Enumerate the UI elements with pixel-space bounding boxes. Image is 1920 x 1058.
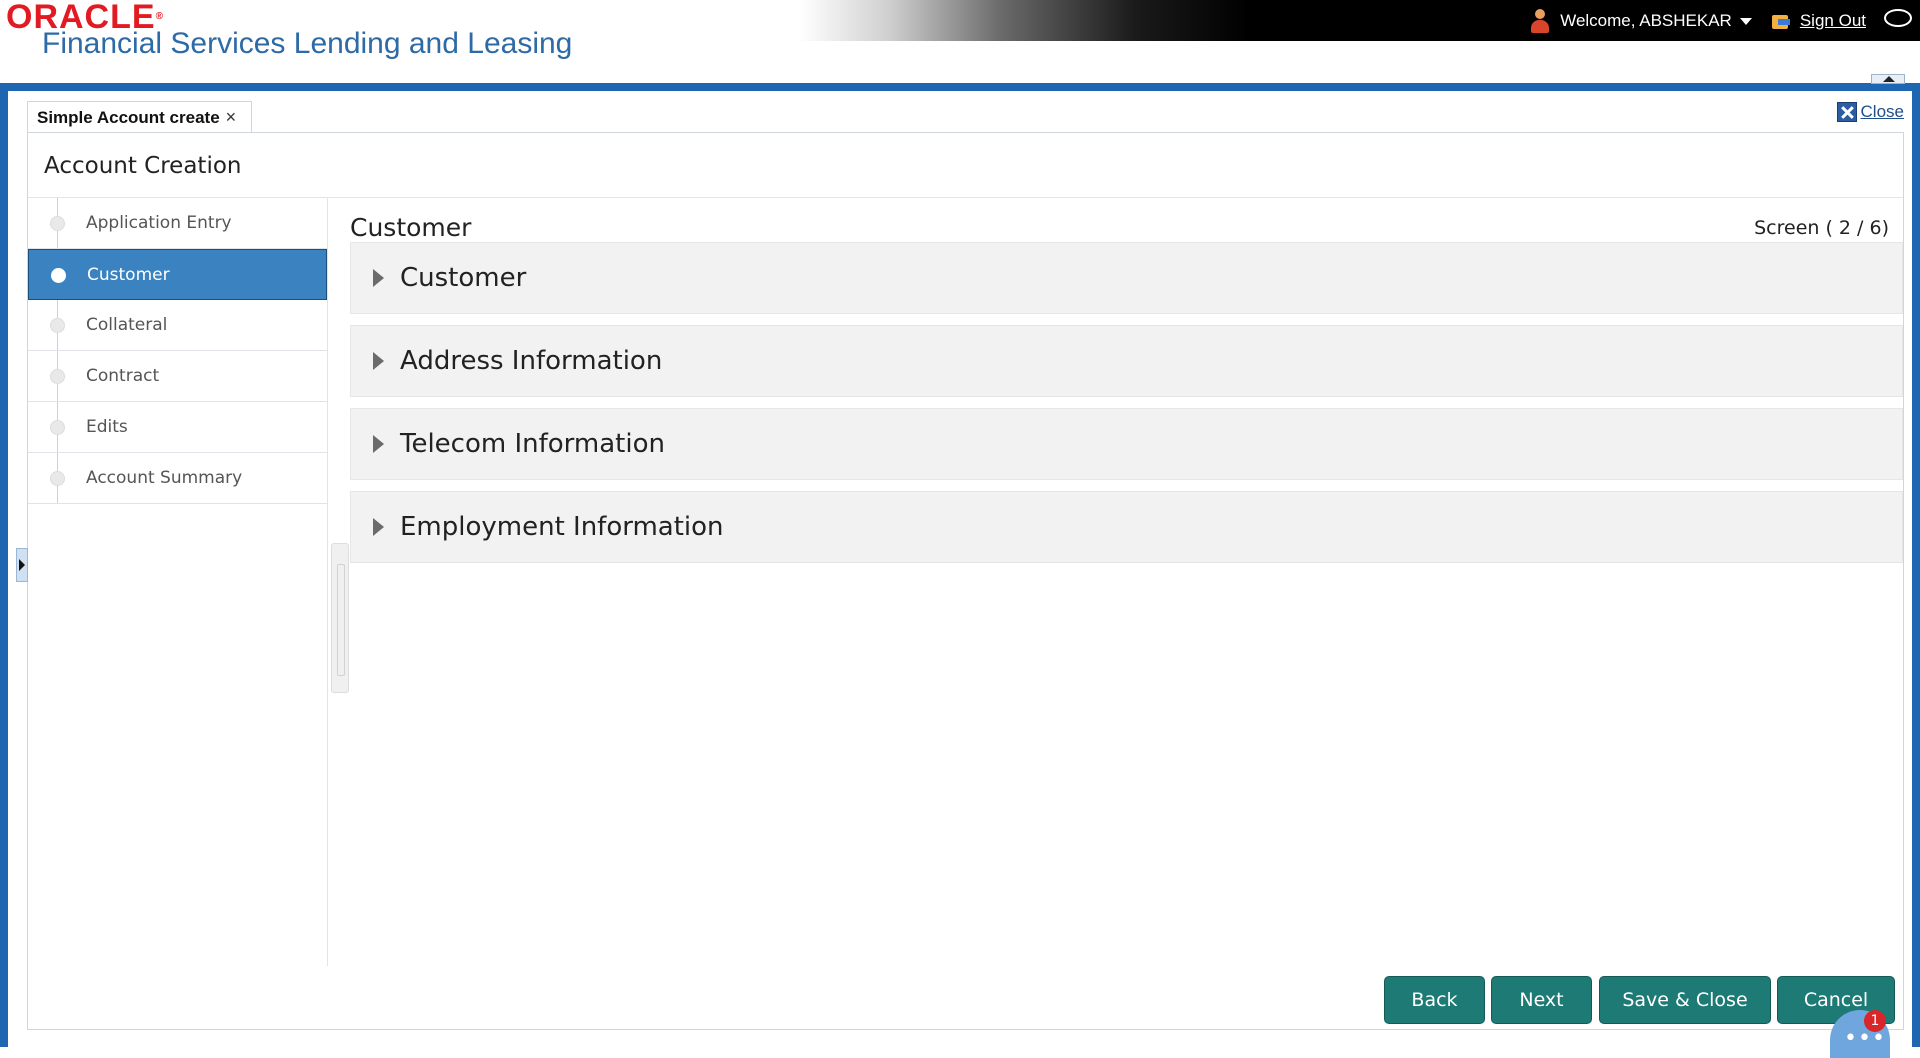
page-title: Account Creation — [44, 153, 242, 179]
close-button[interactable]: Close — [1836, 102, 1904, 122]
train-item-label: Contract — [86, 366, 160, 386]
train-stop-icon — [50, 318, 65, 333]
expand-side-panel-button[interactable] — [16, 548, 28, 582]
tab-close-icon[interactable]: × — [226, 107, 237, 128]
welcome-user-menu[interactable]: Welcome, ABSHEKAR — [1560, 11, 1732, 31]
chevron-down-icon[interactable] — [1739, 18, 1752, 25]
train-item-edits[interactable]: Edits — [28, 402, 327, 453]
tab-label: Simple Account create — [37, 107, 220, 127]
navigation-train: Application Entry Customer Collateral Co… — [28, 198, 328, 966]
train-stop-icon — [51, 268, 66, 283]
train-item-label: Collateral — [86, 315, 168, 335]
app-header: ORACLE® Financial Services Lending and L… — [0, 0, 1920, 84]
tab-simple-account-create[interactable]: Simple Account create × — [27, 101, 252, 133]
expand-triangle-icon — [373, 518, 384, 536]
accordion-employment-information[interactable]: Employment Information — [350, 491, 1903, 563]
sign-out-icon[interactable] — [1770, 11, 1792, 31]
expand-triangle-icon — [373, 352, 384, 370]
expand-triangle-icon — [373, 435, 384, 453]
accordion-label: Customer — [400, 263, 527, 293]
train-item-label: Customer — [87, 264, 170, 285]
collapse-header-button[interactable] — [1871, 74, 1905, 84]
train-item-label: Application Entry — [86, 213, 232, 233]
train-item-label: Edits — [86, 417, 128, 437]
back-button[interactable]: Back — [1384, 976, 1485, 1024]
close-icon — [1836, 102, 1857, 122]
train-item-collateral[interactable]: Collateral — [28, 300, 327, 351]
screen-counter: Screen ( 2 / 6) — [1754, 217, 1889, 239]
save-close-button[interactable]: Save & Close — [1599, 976, 1771, 1024]
sign-out-link[interactable]: Sign Out — [1800, 11, 1866, 31]
accordion-customer[interactable]: Customer — [350, 242, 1903, 314]
train-stop-icon — [50, 216, 65, 231]
train-item-contract[interactable]: Contract — [28, 351, 327, 402]
user-icon — [1530, 8, 1550, 34]
product-name: Financial Services Lending and Leasing — [42, 27, 573, 60]
train-stop-icon — [50, 420, 65, 435]
notification-badge: 1 — [1864, 1010, 1886, 1032]
expand-triangle-icon — [373, 269, 384, 287]
oval-icon[interactable] — [1884, 8, 1912, 27]
chevron-up-icon — [1883, 76, 1895, 82]
train-item-application-entry[interactable]: Application Entry — [28, 198, 327, 249]
next-button[interactable]: Next — [1491, 976, 1592, 1024]
train-stop-icon — [50, 471, 65, 486]
accordion-telecom-information[interactable]: Telecom Information — [350, 408, 1903, 480]
accordion-label: Address Information — [400, 346, 663, 376]
close-label: Close — [1860, 102, 1904, 121]
chat-icon: ••• — [1844, 1026, 1886, 1051]
panel-splitter-handle[interactable] — [331, 543, 349, 693]
user-area: Welcome, ABSHEKAR Sign Out — [1530, 0, 1920, 41]
content-panel: Account Creation Application Entry Custo… — [27, 132, 1904, 1030]
section-title: Customer — [350, 213, 472, 242]
accordion-address-information[interactable]: Address Information — [350, 325, 1903, 397]
train-stop-icon — [50, 369, 65, 384]
accordion-label: Telecom Information — [400, 429, 665, 459]
train-item-label: Account Summary — [86, 468, 243, 488]
train-item-customer[interactable]: Customer — [28, 249, 327, 300]
accordion-label: Employment Information — [400, 512, 724, 542]
train-item-account-summary[interactable]: Account Summary — [28, 453, 327, 504]
